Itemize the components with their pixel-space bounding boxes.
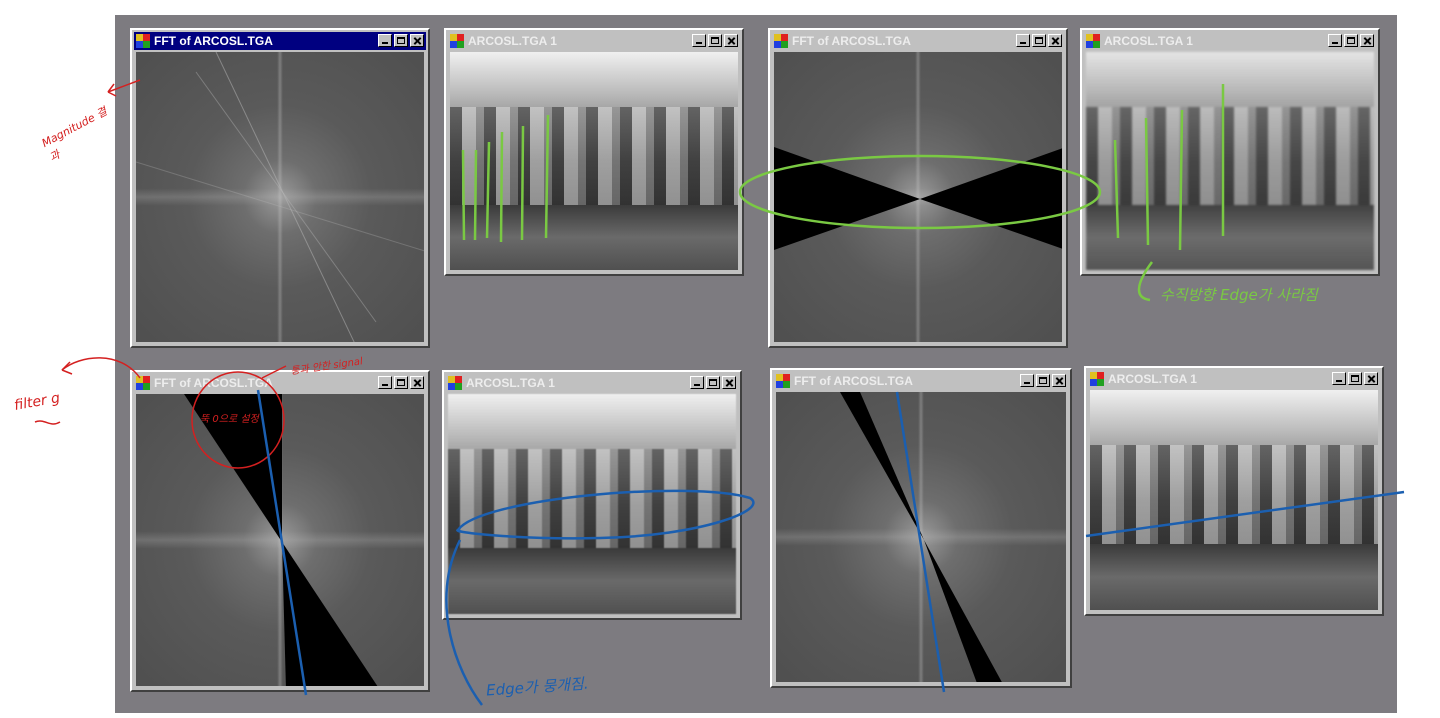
maximize-button[interactable] [1032,34,1046,47]
close-button[interactable] [1364,372,1378,385]
maximize-button[interactable] [394,34,408,47]
window-title: ARCOSL.TGA 1 [1108,372,1197,386]
passthrough-note: 뚝 0으로 설정 [200,414,259,425]
app-icon [136,376,150,390]
green-note: 수직방향 Edge가 사라짐 [1160,286,1318,304]
spectrum-rays [136,52,424,342]
fft-spectrum-image [774,52,1062,342]
minimize-button[interactable] [1328,34,1342,47]
maximize-button[interactable] [1036,374,1050,387]
close-button[interactable] [410,34,424,47]
title-bar[interactable]: ARCOSL.TGA 1 [448,32,740,50]
window-title: ARCOSL.TGA 1 [468,34,557,48]
title-bar[interactable]: FFT of ARCOSL.TGA [134,374,426,392]
fft-spectrum-image [776,392,1066,682]
fft-window-3[interactable]: FFT of ARCOSL.TGA [130,370,430,692]
filter-mask [840,392,1002,682]
minimize-button[interactable] [1332,372,1346,385]
app-icon [774,34,788,48]
minimize-button[interactable] [1016,34,1030,47]
minimize-button[interactable] [1020,374,1034,387]
window-title: FFT of ARCOSL.TGA [154,376,273,390]
fft-spectrum-image [136,394,424,686]
app-icon [776,374,790,388]
image-window-2[interactable]: ARCOSL.TGA 1 [1080,28,1380,276]
image-window-4[interactable]: ARCOSL.TGA 1 [1084,366,1384,616]
close-button[interactable] [1048,34,1062,47]
maximize-button[interactable] [708,34,722,47]
window-title: FFT of ARCOSL.TGA [154,34,273,48]
title-bar[interactable]: FFT of ARCOSL.TGA [774,372,1068,390]
filter-mask [184,394,378,686]
aqueduct-photo [450,52,738,270]
close-button[interactable] [724,34,738,47]
app-icon [136,34,150,48]
image-window-3[interactable]: ARCOSL.TGA 1 [442,370,742,620]
app-icon [450,34,464,48]
close-button[interactable] [1052,374,1066,387]
title-bar[interactable]: ARCOSL.TGA 1 [1084,32,1376,50]
title-bar[interactable]: ARCOSL.TGA 1 [446,374,738,392]
aqueduct-photo-filtered [448,394,736,614]
fft-window-4[interactable]: FFT of ARCOSL.TGA [770,368,1072,688]
window-title: ARCOSL.TGA 1 [466,376,555,390]
minimize-button[interactable] [378,34,392,47]
image-window-1[interactable]: ARCOSL.TGA 1 [444,28,744,276]
aqueduct-photo-filtered [1086,52,1374,270]
fft-window-1[interactable]: FFT of ARCOSL.TGA [130,28,430,348]
maximize-button[interactable] [394,376,408,389]
app-icon [1090,372,1104,386]
close-button[interactable] [1360,34,1374,47]
minimize-button[interactable] [692,34,706,47]
fft-window-2[interactable]: FFT of ARCOSL.TGA [768,28,1068,348]
minimize-button[interactable] [378,376,392,389]
close-button[interactable] [722,376,736,389]
window-title: FFT of ARCOSL.TGA [794,374,913,388]
filter-note: filter g [12,390,62,414]
aqueduct-photo-filtered [1090,390,1378,610]
filter-mask [774,147,1062,250]
title-bar[interactable]: FFT of ARCOSL.TGA [772,32,1064,50]
magnitude-note: Magnitude 결과 [39,104,110,165]
title-bar[interactable]: ARCOSL.TGA 1 [1088,370,1380,388]
window-title: FFT of ARCOSL.TGA [792,34,911,48]
fft-spectrum-image [136,52,424,342]
app-icon [448,376,462,390]
maximize-button[interactable] [1348,372,1362,385]
app-icon [1086,34,1100,48]
close-button[interactable] [410,376,424,389]
maximize-button[interactable] [1344,34,1358,47]
minimize-button[interactable] [690,376,704,389]
maximize-button[interactable] [706,376,720,389]
window-title: ARCOSL.TGA 1 [1104,34,1193,48]
title-bar[interactable]: FFT of ARCOSL.TGA [134,32,426,50]
